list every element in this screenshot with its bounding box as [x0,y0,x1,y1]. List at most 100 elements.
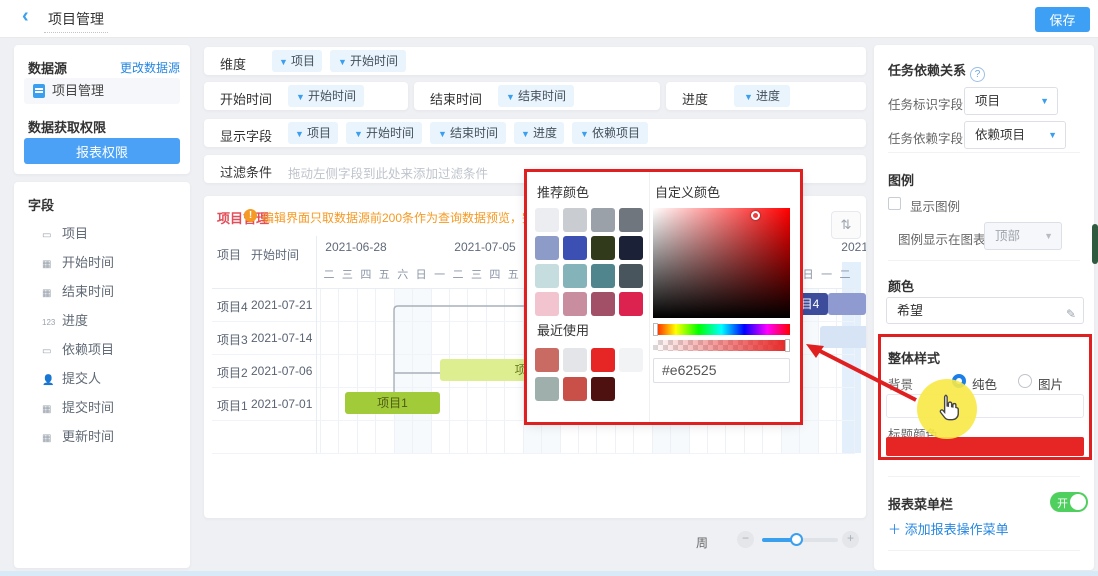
datasource-item[interactable]: 项目管理 [24,78,180,104]
hue-slider-handle[interactable] [653,323,658,336]
bg-image-radio[interactable] [1018,374,1032,388]
recommended-swatch[interactable] [563,292,587,316]
gantt-bar[interactable] [828,293,866,315]
field-item-开始时间[interactable]: ▦开始时间 [42,251,192,275]
bg-solid-label[interactable]: 纯色 [972,374,997,393]
sort-button[interactable]: ⇅ [831,211,861,239]
chip-进度[interactable]: ▼进度 [514,122,564,144]
divider [888,260,1080,261]
chip-项目[interactable]: ▼项目 [272,50,322,72]
divider [888,550,1080,551]
start-time-label: 开始时间 [220,89,272,108]
color-scheme-value: 希望 [897,303,923,318]
report-permission-button[interactable]: 报表权限 [24,138,180,164]
recommended-swatch[interactable] [591,292,615,316]
recommended-swatch[interactable] [535,236,559,260]
sv-marker[interactable] [751,211,760,220]
recent-swatch[interactable] [535,348,559,372]
alpha-slider[interactable] [653,340,790,351]
recommended-swatch[interactable] [591,264,615,288]
recent-swatch[interactable] [563,348,587,372]
recent-swatch[interactable] [619,348,643,372]
chip-label: 开始时间 [308,89,356,103]
recommended-swatch[interactable] [535,264,559,288]
gantt-bar-项目1[interactable]: 项目1 [345,392,440,414]
start-time-chip[interactable]: ▼开始时间 [288,85,364,107]
background-label: 背景 [888,374,913,393]
hue-slider[interactable] [653,324,790,335]
show-legend-checkbox[interactable] [888,197,901,210]
filter-placeholder: 拖动左侧字段到此处来添加过滤条件 [288,163,488,182]
recommended-swatch[interactable] [563,236,587,260]
help-icon[interactable]: ? [970,67,985,82]
menu-bar-toggle[interactable]: 开 [1050,492,1088,512]
chevron-down-icon: ▼ [1048,122,1057,148]
recommended-swatch[interactable] [619,264,643,288]
color-scheme-input[interactable]: 希望 ✎ [886,297,1084,324]
recommended-swatch[interactable] [619,236,643,260]
recommended-swatch[interactable] [591,208,615,232]
recent-swatch[interactable] [591,377,615,401]
recommended-swatch[interactable] [591,236,615,260]
add-menu-link[interactable]: ＋ 添加报表操作菜单 [888,519,1009,538]
chevron-down-icon: ▼ [354,129,363,139]
chevron-down-icon: ▼ [580,129,589,139]
recent-swatch[interactable] [591,348,615,372]
week-header-label: 2021-06-28 [325,240,386,254]
text-field-icon: ▭ [42,224,62,248]
recommended-swatch[interactable] [563,264,587,288]
field-item-依赖项目[interactable]: ▭依赖项目 [42,338,192,362]
field-item-进度[interactable]: 123进度 [42,309,192,333]
recent-colors-title: 最近使用 [537,320,589,339]
chip-开始时间[interactable]: ▼开始时间 [346,122,422,144]
chip-结束时间[interactable]: ▼结束时间 [430,122,506,144]
title-color-swatch[interactable] [886,437,1084,456]
datasource-card: 数据源 更改数据源 项目管理 数据获取权限 报表权限 [14,45,190,174]
back-button[interactable]: ‹ [22,5,29,28]
legend-position-select[interactable]: 顶部▼ [984,222,1062,250]
field-item-项目[interactable]: ▭项目 [42,222,192,246]
hex-color-input[interactable]: #e62525 [653,358,790,383]
recent-swatch[interactable] [535,377,559,401]
gantt-bar[interactable] [820,326,866,348]
change-datasource-link[interactable]: 更改数据源 [120,59,180,76]
chip-依赖项目[interactable]: ▼依赖项目 [572,122,648,144]
recommended-swatch[interactable] [619,208,643,232]
field-item-提交人[interactable]: 👤提交人 [42,367,192,391]
field-item-提交时间[interactable]: ▦提交时间 [42,396,192,420]
background-color-input[interactable] [886,394,1084,418]
toggle-knob [1070,494,1086,510]
custom-color-title: 自定义颜色 [655,182,720,201]
progress-chip[interactable]: ▼进度 [734,85,790,107]
edit-pencil-icon[interactable]: ✎ [1066,302,1076,327]
recommended-swatch[interactable] [535,292,559,316]
chip-label: 结束时间 [518,89,566,103]
field-item-结束时间[interactable]: ▦结束时间 [42,280,192,304]
page-title[interactable]: 项目管理 [44,9,108,33]
display-fields-label: 显示字段 [220,126,272,145]
recent-swatch[interactable] [563,377,587,401]
gantt-row-date: 2021-07-21 [251,298,312,312]
edge-artifact [1092,224,1098,264]
zoom-in-button[interactable]: + [842,531,859,548]
style-section-title: 整体样式 [888,348,940,367]
end-time-chip[interactable]: ▼结束时间 [498,85,574,107]
field-item-更新时间[interactable]: ▦更新时间 [42,425,192,449]
save-button[interactable]: 保存 [1035,7,1090,32]
chip-项目[interactable]: ▼项目 [288,122,338,144]
bg-image-label[interactable]: 图片 [1038,374,1063,393]
task-id-select[interactable]: 项目▼ [964,87,1058,115]
task-dep-select[interactable]: 依赖项目▼ [964,121,1066,149]
grid-vline [412,288,413,453]
chip-开始时间[interactable]: ▼开始时间 [330,50,406,72]
recommended-swatch[interactable] [535,208,559,232]
plus-icon: ＋ [888,522,901,537]
recommended-swatch[interactable] [563,208,587,232]
zoom-slider-thumb[interactable] [790,533,803,546]
zoom-out-button[interactable]: − [737,531,754,548]
grid-vline [394,288,395,453]
alpha-slider-handle[interactable] [785,339,790,352]
bg-solid-radio[interactable] [952,374,966,388]
saturation-value-area[interactable] [653,208,790,318]
recommended-swatch[interactable] [619,292,643,316]
